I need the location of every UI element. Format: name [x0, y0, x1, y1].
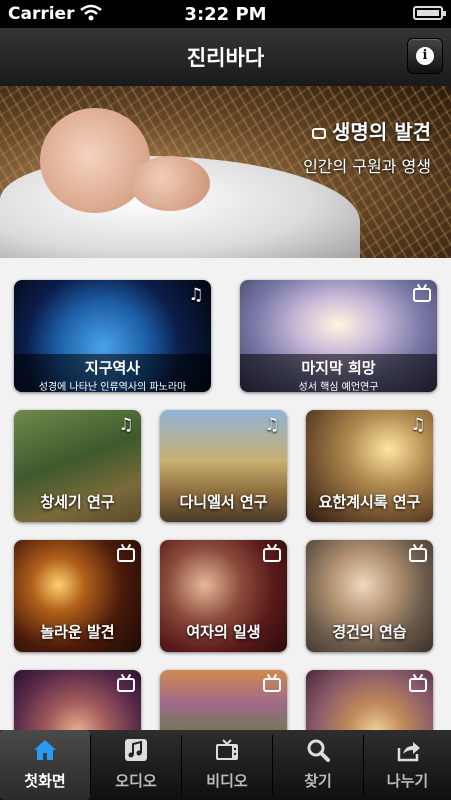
music-note-icon: ♫	[410, 415, 426, 435]
hero-title: 생명의 발견	[332, 120, 431, 144]
tile-subtitle: 성경에 나타난 인류역사의 파노라마	[38, 382, 187, 392]
tile-row4-1[interactable]	[14, 670, 141, 730]
battery-icon	[413, 6, 446, 20]
tile-title: 창세기 연구	[40, 493, 115, 511]
home-icon	[34, 740, 56, 760]
info-icon: i	[416, 47, 434, 65]
tab-label: 비디오	[206, 772, 248, 790]
tile-last-hope[interactable]: 마지막 희망 성서 핵심 예언연구	[240, 280, 437, 392]
music-note-icon: ♫	[264, 415, 280, 435]
tab-label: 첫화면	[24, 772, 66, 790]
navigation-bar: 진리바다 i	[0, 28, 451, 86]
tv-icon	[216, 739, 238, 760]
tab-audio[interactable]: 오디오	[91, 730, 181, 800]
tv-icon	[413, 288, 431, 302]
info-button[interactable]: i	[407, 38, 443, 74]
tile-earth-history[interactable]: ♫ 지구역사 성경에 나타난 인류역사의 파노라마	[14, 280, 211, 392]
tv-icon	[117, 678, 135, 692]
music-note-icon: ♫	[188, 285, 204, 305]
tile-amazing-discovery[interactable]: 놀라운 발견	[14, 540, 141, 652]
tile-title: 요한계시록 연구	[318, 493, 421, 511]
tile-womans-life[interactable]: 여자의 일생	[160, 540, 287, 652]
music-icon	[125, 739, 147, 761]
content-grid: ♫ 지구역사 성경에 나타난 인류역사의 파노라마 마지막 희망 성서 핵심 예…	[0, 258, 451, 730]
tile-genesis[interactable]: ♫ 창세기 연구	[14, 410, 141, 522]
tile-title: 지구역사	[84, 359, 141, 377]
hero-caption: 생명의 발견 인간의 구원과 영생	[303, 116, 431, 177]
hero-subtitle: 인간의 구원과 영생	[303, 157, 431, 176]
page-title: 진리바다	[186, 46, 265, 70]
clock: 3:22 PM	[184, 4, 267, 25]
tile-revelation[interactable]: ♫ 요한계시록 연구	[306, 410, 433, 522]
tile-title: 마지막 희망	[301, 359, 376, 377]
tab-home[interactable]: 첫화면	[0, 730, 90, 800]
tv-icon	[312, 128, 327, 139]
tab-video[interactable]: 비디오	[182, 730, 272, 800]
hero-banner[interactable]: 생명의 발견 인간의 구원과 영생	[0, 86, 451, 258]
tab-label: 찾기	[304, 772, 332, 790]
tv-icon	[409, 548, 427, 562]
tab-share[interactable]: 나누기	[364, 730, 451, 800]
tile-title: 놀라운 발견	[40, 623, 115, 641]
tile-daniel[interactable]: ♫ 다니엘서 연구	[160, 410, 287, 522]
tile-title: 경건의 연습	[332, 623, 407, 641]
hero-image-baby	[40, 108, 150, 213]
music-note-icon: ♫	[118, 415, 134, 435]
tile-row4-3[interactable]	[306, 670, 433, 730]
tab-search[interactable]: 찾기	[273, 730, 363, 800]
tile-title: 다니엘서 연구	[179, 493, 268, 511]
tab-bar: 첫화면 오디오 비디오 찾기 나누기	[0, 730, 451, 800]
tv-icon	[263, 548, 281, 562]
tv-icon	[117, 548, 135, 562]
tab-label: 오디오	[115, 772, 157, 790]
tv-icon	[263, 678, 281, 692]
tv-icon	[409, 678, 427, 692]
share-icon	[397, 742, 420, 762]
tile-godliness-practice[interactable]: 경건의 연습	[306, 540, 433, 652]
tile-row4-2[interactable]	[160, 670, 287, 730]
tab-label: 나누기	[386, 772, 429, 790]
status-bar: Carrier 3:22 PM	[0, 0, 451, 28]
search-icon	[307, 739, 330, 762]
tile-subtitle: 성서 핵심 예언연구	[298, 382, 379, 392]
tile-title: 여자의 일생	[186, 623, 261, 641]
